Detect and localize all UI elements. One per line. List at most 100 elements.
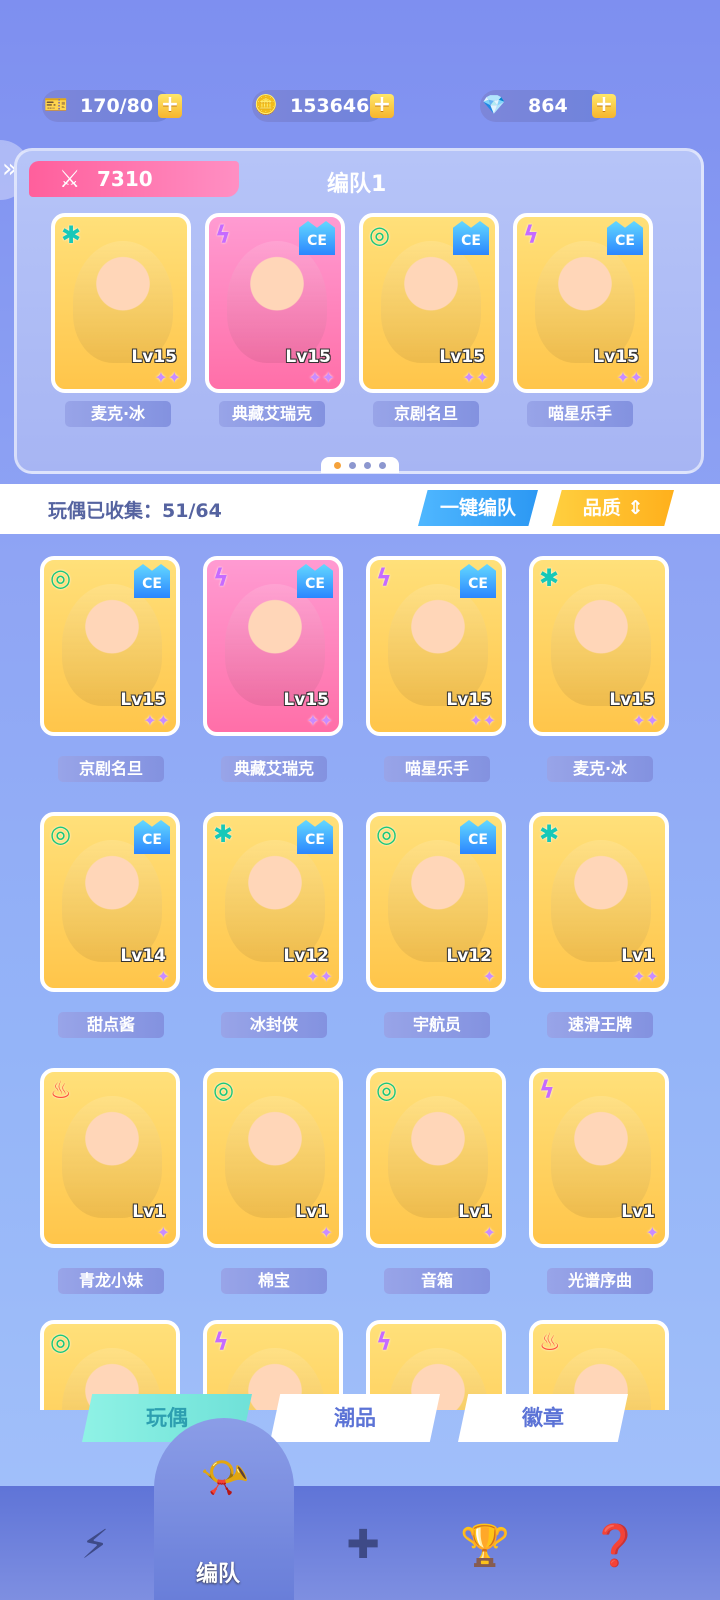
level-label: Lv15 — [446, 690, 492, 710]
wind-element-icon: ◎ — [50, 820, 71, 848]
doll-card[interactable]: ◎ CE Lv12 ✦ — [366, 812, 506, 992]
doll-grid[interactable]: ◎ CE Lv15 ✦✦ ϟ CE Lv15 ✦✦ ϟ CE Lv15 ✦✦ ✱… — [0, 540, 720, 1410]
level-label: Lv12 — [283, 946, 329, 966]
doll-name: 光谱序曲 — [547, 1268, 653, 1294]
fire-element-icon: ♨ — [50, 1076, 72, 1104]
crystal-icon: 💎 — [482, 93, 506, 116]
tab-badges[interactable]: 徽章 — [458, 1394, 628, 1442]
wind-element-icon: ◎ — [50, 564, 71, 592]
doll-card[interactable]: ✱ Lv1 ✦✦ — [529, 812, 669, 992]
lightning-element-icon: ϟ — [376, 564, 392, 592]
nav-trophy-icon[interactable]: 🏆 — [440, 1500, 530, 1590]
ce-crown-icon: CE — [134, 820, 170, 854]
team-member-name: 喵星乐手 — [527, 401, 633, 427]
team-power-value: 7310 — [97, 167, 153, 191]
lightning-element-icon: ϟ — [215, 221, 231, 249]
doll-name: 速滑王牌 — [547, 1012, 653, 1038]
page-dot — [349, 461, 356, 469]
nav-lightning-icon[interactable]: ⚡ — [50, 1500, 140, 1590]
level-label: Lv1 — [458, 1202, 492, 1222]
stars-icon: ✦✦ — [308, 368, 335, 387]
wind-element-icon: ◎ — [213, 1076, 234, 1104]
stars-icon: ✦ — [156, 1223, 170, 1242]
level-label: Lv14 — [120, 946, 166, 966]
add-crystal-button[interactable]: + — [592, 94, 616, 118]
doll-card[interactable]: ◎ CE Lv14 ✦ — [40, 812, 180, 992]
stars-icon: ✦✦ — [143, 711, 170, 730]
doll-portrait — [381, 241, 481, 363]
doll-card[interactable]: ϟ Lv1 ✦ — [529, 1068, 669, 1248]
ce-crown-icon: CE — [453, 221, 489, 255]
stars-icon: ✦✦ — [616, 368, 643, 387]
doll-card[interactable]: ◎ Lv1 ✦ — [366, 1068, 506, 1248]
doll-card[interactable]: ◎ Lv1 ✦ — [203, 1068, 343, 1248]
doll-portrait — [73, 241, 173, 363]
doll-name: 甜点酱 — [58, 1012, 164, 1038]
wind-element-icon: ◎ — [50, 1328, 71, 1356]
stars-icon: ✦✦ — [306, 967, 333, 986]
team-panel: ⚔ 7310 编队1 ✱ Lv15 ✦✦ ϟ CE Lv15 ✦✦ ◎ CE L… — [14, 148, 704, 474]
lightning-element-icon: ϟ — [539, 1076, 555, 1104]
ticket-icon: 🎫 — [44, 93, 68, 116]
doll-card[interactable]: ✱ CE Lv12 ✦✦ — [203, 812, 343, 992]
ce-crown-icon: CE — [460, 820, 496, 854]
level-label: Lv15 — [593, 347, 639, 367]
nav-mystery-machine-icon[interactable]: ❓ — [570, 1500, 660, 1590]
add-coin-button[interactable]: + — [370, 94, 394, 118]
doll-name: 冰封侠 — [221, 1012, 327, 1038]
doll-card[interactable]: ϟ CE Lv15 ✦✦ — [203, 556, 343, 736]
tab-trendy-items[interactable]: 潮品 — [270, 1394, 440, 1442]
team-member-card[interactable]: ϟ CE Lv15 ✦✦ — [513, 213, 653, 393]
doll-name: 喵星乐手 — [384, 756, 490, 782]
page-dot — [334, 461, 341, 469]
doll-portrait — [551, 584, 651, 706]
team-member-card[interactable]: ✱ Lv15 ✦✦ — [51, 213, 191, 393]
ticket-resource: 🎫 170/80 + — [42, 90, 182, 122]
team-member-name: 京剧名旦 — [373, 401, 479, 427]
nav-team-label[interactable]: 编队 — [196, 1556, 240, 1588]
stars-icon: ✦✦ — [462, 368, 489, 387]
doll-portrait — [388, 1096, 488, 1218]
ce-crown-icon: CE — [607, 221, 643, 255]
page-indicator — [321, 457, 399, 473]
doll-card[interactable]: ✱ Lv15 ✦✦ — [529, 556, 669, 736]
doll-portrait — [227, 241, 327, 363]
stars-icon: ✦ — [319, 1223, 333, 1242]
fire-element-icon: ♨ — [539, 1328, 561, 1356]
doll-portrait — [225, 840, 325, 962]
doll-name: 棉宝 — [221, 1268, 327, 1294]
level-label: Lv15 — [609, 690, 655, 710]
nav-whistle-icon[interactable]: 📯 — [180, 1432, 270, 1522]
sort-label: 品质 — [582, 497, 621, 519]
stars-icon: ✦ — [156, 967, 170, 986]
lightning-element-icon: ϟ — [213, 1328, 229, 1356]
page-dot — [364, 461, 371, 469]
crossed-swords-icon: ⚔ — [59, 165, 81, 193]
level-label: Lv1 — [132, 1202, 166, 1222]
stars-icon: ✦ — [482, 967, 496, 986]
doll-name: 京剧名旦 — [58, 756, 164, 782]
ce-crown-icon: CE — [297, 564, 333, 598]
sort-arrows-icon: ⇕ — [627, 497, 644, 519]
doll-portrait — [535, 241, 635, 363]
add-ticket-button[interactable]: + — [158, 94, 182, 118]
team-title: 编队1 — [327, 172, 387, 197]
ce-crown-icon: CE — [297, 820, 333, 854]
doll-card[interactable]: ϟ CE Lv15 ✦✦ — [366, 556, 506, 736]
stars-icon: ✦ — [645, 1223, 659, 1242]
level-label: Lv15 — [439, 347, 485, 367]
ice-element-icon: ✱ — [61, 221, 82, 249]
doll-card[interactable]: ♨ Lv1 ✦ — [40, 1068, 180, 1248]
auto-team-button[interactable]: 一键编队 — [418, 490, 538, 526]
team-member-card[interactable]: ϟ CE Lv15 ✦✦ — [205, 213, 345, 393]
level-label: Lv15 — [131, 347, 177, 367]
nav-puzzle-icon[interactable]: ✚ — [318, 1500, 408, 1590]
lightning-element-icon: ϟ — [523, 221, 539, 249]
crystal-resource: 💎 864 + — [480, 90, 616, 122]
sort-quality-button[interactable]: 品质 ⇕ — [552, 490, 674, 526]
doll-name: 麦克·冰 — [547, 756, 653, 782]
team-member-card[interactable]: ◎ CE Lv15 ✦✦ — [359, 213, 499, 393]
level-label: Lv15 — [120, 690, 166, 710]
coin-count: 153646 — [290, 95, 370, 117]
doll-card[interactable]: ◎ CE Lv15 ✦✦ — [40, 556, 180, 736]
